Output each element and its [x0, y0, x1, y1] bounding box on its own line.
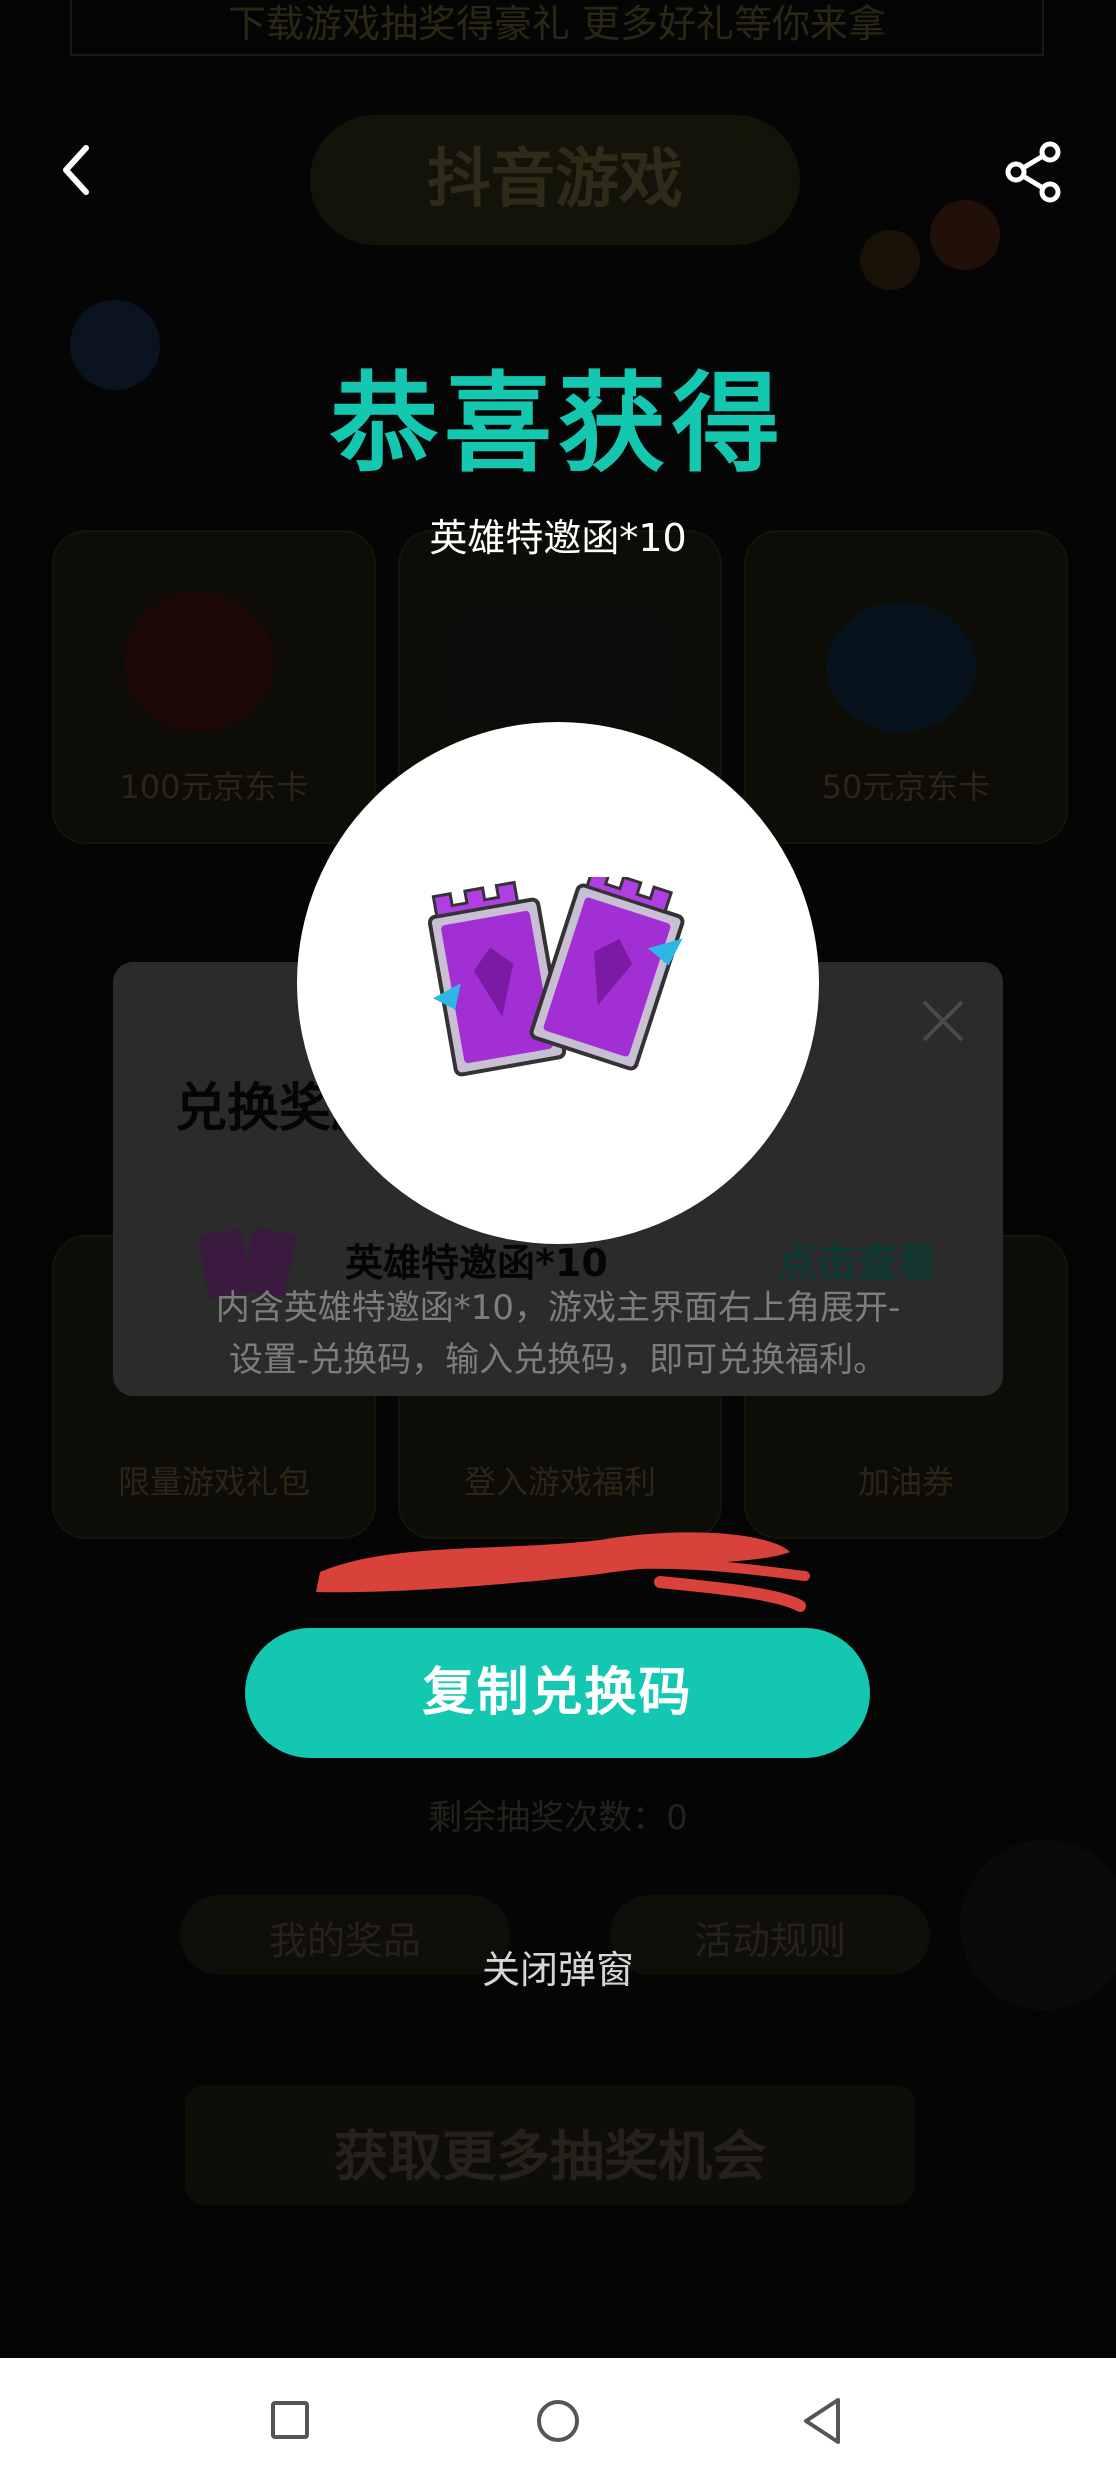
back-arrow-icon[interactable]: [52, 140, 100, 200]
bg-card: 100元京东卡: [52, 530, 376, 844]
bg-card-label: 100元京东卡: [119, 768, 309, 806]
bg-card-label: 加油券: [857, 1463, 954, 1501]
bg-card-label: 登入游戏福利: [463, 1463, 656, 1501]
ticket-icon: [427, 877, 685, 1077]
bg-card: 50元京东卡: [744, 530, 1068, 844]
close-icon[interactable]: [918, 996, 968, 1046]
redeem-description-line: 设置-兑换码，输入兑换码，即可兑换福利。: [228, 1340, 888, 1380]
bg-more-chances-label: 获取更多抽奖机会: [334, 2125, 766, 2188]
view-link[interactable]: 点击查看: [777, 1230, 937, 1288]
recent-apps-icon[interactable]: [270, 2400, 310, 2440]
bg-banner: 下载游戏抽奖得豪礼 更多好礼等你来拿: [70, 0, 1044, 56]
close-popup-link[interactable]: 关闭弹窗: [0, 1942, 1116, 1998]
bg-remaining-count: 剩余抽奖次数：0: [428, 1798, 688, 1838]
redeem-description: 内含英雄特邀函*10，游戏主界面右上角展开- 设置-兑换码，输入兑换码，即可兑换…: [153, 1282, 963, 1386]
redacted-code-scribble: [316, 1532, 810, 1612]
prize-name: 英雄特邀函*10: [429, 516, 687, 560]
system-nav-bar: [0, 2358, 1116, 2480]
redeem-description-line: 内含英雄特邀函*10，游戏主界面右上角展开-: [215, 1288, 901, 1328]
share-icon[interactable]: [1002, 140, 1066, 204]
prize-image-circle: [297, 722, 819, 1244]
copy-code-button[interactable]: 复制兑换码: [245, 1628, 870, 1758]
bg-card-label: 50元京东卡: [821, 768, 991, 806]
bg-decoration: [860, 230, 920, 290]
nav-back-icon[interactable]: [800, 2396, 846, 2446]
bg-title-pill: 抖音游戏: [310, 115, 800, 245]
popup-title: 恭喜获得: [329, 362, 786, 487]
home-icon[interactable]: [535, 2398, 581, 2444]
bg-card-label: 限量游戏礼包: [117, 1463, 310, 1501]
bg-decoration: [930, 200, 1000, 270]
